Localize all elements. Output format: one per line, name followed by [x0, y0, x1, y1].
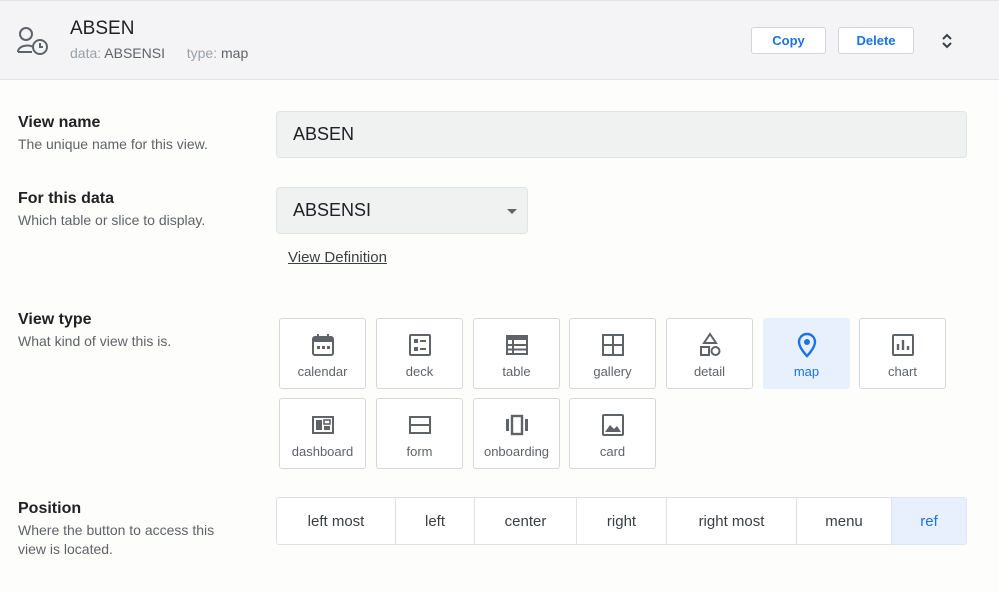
view-definition-link[interactable]: View Definition [288, 249, 387, 266]
view-type-onboarding[interactable]: onboarding [473, 398, 560, 469]
delete-button[interactable]: Delete [838, 27, 914, 54]
data-label-group: For this data Which table or slice to di… [18, 190, 205, 230]
data-label: data: [70, 45, 102, 61]
view-type-label: detail [693, 364, 726, 379]
unfold-icon[interactable] [938, 31, 956, 51]
position-right[interactable]: right [576, 497, 667, 545]
view-type-dashboard[interactable]: dashboard [279, 398, 366, 469]
type-label: type: [186, 45, 218, 61]
gallery-icon [601, 334, 624, 356]
view-type-detail[interactable]: detail [666, 318, 753, 389]
view-name-label-group: View name The unique name for this view. [18, 114, 208, 154]
position-description-line: view is located. [18, 541, 113, 557]
view-title: ABSEN [70, 18, 135, 39]
position-center[interactable]: center [474, 497, 577, 545]
view-type-label: dashboard [291, 444, 354, 459]
data-description: Which table or slice to display. [18, 212, 206, 228]
chart-icon [891, 334, 914, 356]
view-type-label: form [406, 444, 433, 459]
copy-button[interactable]: Copy [751, 27, 826, 54]
data-select[interactable]: ABSENSI [276, 187, 528, 234]
data-value: ABSENSI [104, 45, 165, 61]
view-type-label: table [502, 364, 531, 379]
form-icon [408, 416, 431, 434]
position-right-most[interactable]: right most [666, 497, 797, 545]
view-type-table[interactable]: table [473, 318, 560, 389]
position-description-line: Where the button to access this [18, 522, 215, 538]
position-left[interactable]: left [395, 497, 475, 545]
type-value: map [221, 45, 249, 61]
view-type-description: What kind of view this is. [18, 333, 172, 349]
view-type-calendar[interactable]: calendar [279, 318, 366, 389]
dropdown-caret-icon [507, 209, 517, 214]
map-pin-icon [797, 332, 816, 358]
view-clock-user-icon [17, 27, 48, 55]
position-ref[interactable]: ref [891, 497, 967, 545]
view-type-heading: View type [18, 311, 92, 328]
card-icon [601, 414, 624, 436]
view-type-map[interactable]: map [763, 318, 850, 389]
dashboard-icon [311, 416, 334, 434]
position-description: Where the button to access this view is … [18, 521, 214, 559]
position-button-group: left most left center right right most m… [276, 497, 967, 545]
calendar-icon [311, 334, 334, 356]
view-name-input[interactable]: ABSEN [276, 111, 967, 158]
position-left-most[interactable]: left most [276, 497, 396, 545]
view-type-label: calendar [297, 364, 348, 379]
view-type-form[interactable]: form [376, 398, 463, 469]
view-type-label: onboarding [483, 444, 550, 459]
view-type-label: gallery [593, 364, 632, 379]
view-meta: data: ABSENSI type: map [70, 45, 248, 61]
view-type-label-group: View type What kind of view this is. [18, 311, 171, 351]
data-heading: For this data [18, 190, 115, 207]
position-label-group: Position Where the button to access this… [18, 500, 214, 559]
view-type-label: map [793, 364, 820, 379]
position-menu[interactable]: menu [796, 497, 892, 545]
table-icon [505, 335, 528, 355]
view-name-description: The unique name for this view. [18, 136, 208, 152]
detail-icon [699, 332, 720, 356]
deck-icon [408, 334, 431, 356]
data-select-value: ABSENSI [293, 200, 372, 220]
view-type-deck[interactable]: deck [376, 318, 463, 389]
view-type-chart[interactable]: chart [859, 318, 946, 389]
view-type-card[interactable]: card [569, 398, 656, 469]
onboarding-icon [505, 414, 528, 436]
view-name-heading: View name [18, 114, 101, 131]
view-type-label: deck [405, 364, 434, 379]
view-type-label: chart [888, 364, 917, 379]
view-type-label: card [599, 444, 626, 459]
view-header: ABSEN data: ABSENSI type: map Copy Delet… [0, 0, 999, 80]
position-heading: Position [18, 500, 82, 517]
view-type-gallery[interactable]: gallery [569, 318, 656, 389]
